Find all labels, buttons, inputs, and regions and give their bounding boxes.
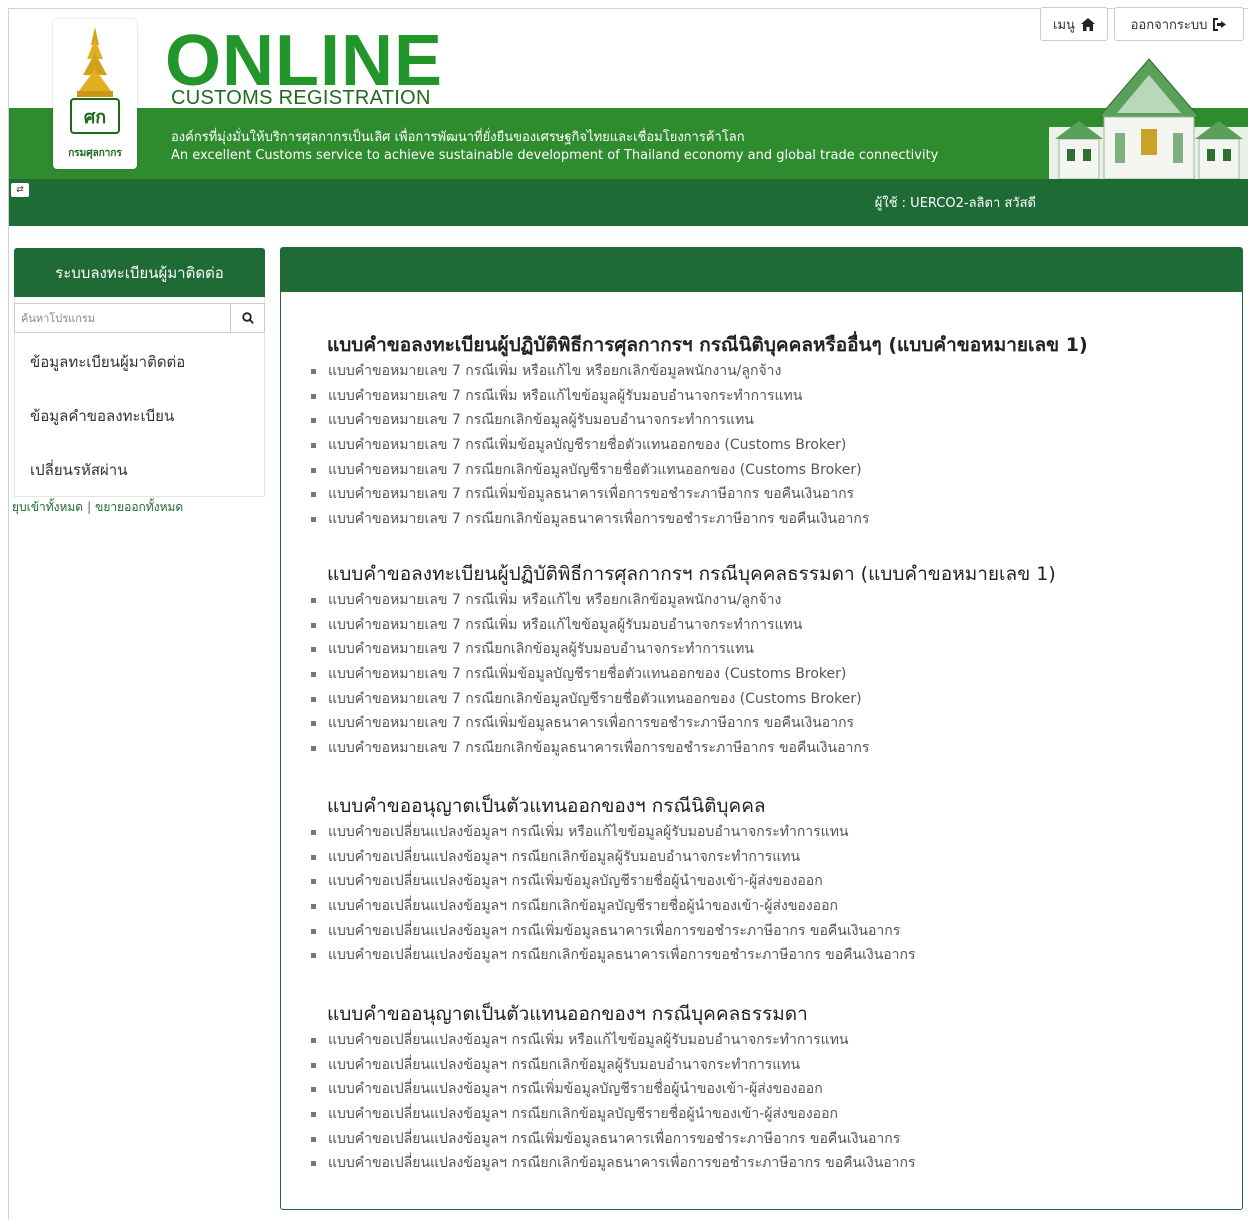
section-title-juristic-registration: แบบคำขอลงทะเบียนผู้ปฏิบัติพิธีการศุลกากร… — [327, 334, 1088, 356]
form-link[interactable]: แบบคำขอเปลี่ยนแปลงข้อมูลฯ กรณีเพิ่มข้อมู… — [310, 869, 916, 894]
form-link[interactable]: แบบคำขอหมายเลข 7 กรณีเพิ่ม หรือแก้ไข หรื… — [310, 359, 869, 384]
svg-text:ศก: ศก — [84, 107, 106, 128]
form-link[interactable]: แบบคำขอเปลี่ยนแปลงข้อมูลฯ กรณียกเลิกข้อม… — [310, 894, 916, 919]
logo-caption: กรมศุลกากร — [68, 148, 122, 159]
user-label: ผู้ใช้ : UERCO2-ลลิตา สวัสดี — [874, 196, 1036, 211]
form-link[interactable]: แบบคำขอหมายเลข 7 กรณียกเลิกข้อมูลบัญชีรา… — [310, 687, 869, 712]
form-link[interactable]: แบบคำขอเปลี่ยนแปลงข้อมูลฯ กรณีเพิ่มข้อมู… — [310, 1127, 916, 1152]
menu-button-label: เมนู — [1053, 17, 1075, 33]
sidebar-toggle-icon[interactable]: ⇄ — [11, 183, 29, 197]
collapse-all-link[interactable]: ยุบเข้าทั้งหมด — [12, 500, 83, 514]
section-title-individual-registration: แบบคำขอลงทะเบียนผู้ปฏิบัติพิธีการศุลกากร… — [327, 563, 1056, 585]
form-link[interactable]: แบบคำขอหมายเลข 7 กรณีเพิ่ม หรือแก้ไข หรื… — [310, 588, 869, 613]
form-link[interactable]: แบบคำขอหมายเลข 7 กรณียกเลิกข้อมูลผู้รับม… — [310, 637, 869, 662]
form-link[interactable]: แบบคำขอหมายเลข 7 กรณียกเลิกข้อมูลผู้รับม… — [310, 408, 869, 433]
form-link[interactable]: แบบคำขอหมายเลข 7 กรณีเพิ่มข้อมูลธนาคารเพ… — [310, 711, 869, 736]
link-separator: | — [87, 500, 92, 514]
logout-button[interactable]: ออกจากระบบ — [1114, 7, 1244, 41]
form-link[interactable]: แบบคำขอเปลี่ยนแปลงข้อมูลฯ กรณีเพิ่ม หรือ… — [310, 1028, 916, 1053]
form-link[interactable]: แบบคำขอเปลี่ยนแปลงข้อมูลฯ กรณีเพิ่มข้อมู… — [310, 1077, 916, 1102]
form-link[interactable]: แบบคำขอหมายเลข 7 กรณีเพิ่ม หรือแก้ไขข้อม… — [310, 384, 869, 409]
form-link[interactable]: แบบคำขอหมายเลข 7 กรณียกเลิกข้อมูลธนาคารเ… — [310, 736, 869, 761]
expand-collapse-links: ยุบเข้าทั้งหมด | ขยายออกทั้งหมด — [12, 498, 183, 517]
logout-button-label: ออกจากระบบ — [1130, 17, 1208, 33]
menu-button[interactable]: เมนู — [1040, 7, 1108, 41]
form-link[interactable]: แบบคำขอเปลี่ยนแปลงข้อมูลฯ กรณียกเลิกข้อม… — [310, 1053, 916, 1078]
home-icon — [1080, 17, 1095, 31]
form-link[interactable]: แบบคำขอหมายเลข 7 กรณีเพิ่มข้อมูลบัญชีราย… — [310, 662, 869, 687]
section-title-broker-individual: แบบคำขออนุญาตเป็นตัวแทนออกของฯ กรณีบุคคล… — [327, 1003, 808, 1025]
main-panel-header — [281, 248, 1242, 292]
tagline-english: An excellent Customs service to achieve … — [171, 148, 939, 163]
form-link[interactable]: แบบคำขอหมายเลข 7 กรณียกเลิกข้อมูลธนาคารเ… — [310, 507, 869, 532]
sidebar-item-contact-registry[interactable]: ข้อมูลทะเบียนผู้มาติดต่อ — [30, 350, 185, 374]
sidebar-item-registration-request[interactable]: ข้อมูลคำขอลงทะเบียน — [30, 404, 174, 428]
program-search-input[interactable] — [14, 303, 231, 333]
form-link[interactable]: แบบคำขอหมายเลข 7 กรณีเพิ่มข้อมูลธนาคารเพ… — [310, 482, 869, 507]
form-list-broker-individual: แบบคำขอเปลี่ยนแปลงข้อมูลฯ กรณีเพิ่ม หรือ… — [310, 1028, 916, 1176]
expand-all-link[interactable]: ขยายออกทั้งหมด — [95, 500, 183, 514]
top-navbar: ⇄ ผู้ใช้ : UERCO2-ลลิตา สวัสดี — [9, 179, 1248, 226]
form-list-broker-juristic: แบบคำขอเปลี่ยนแปลงข้อมูลฯ กรณีเพิ่ม หรือ… — [310, 820, 916, 968]
form-link[interactable]: แบบคำขอเปลี่ยนแปลงข้อมูลฯ กรณียกเลิกข้อม… — [310, 1102, 916, 1127]
form-link[interactable]: แบบคำขอหมายเลข 7 กรณียกเลิกข้อมูลบัญชีรา… — [310, 458, 869, 483]
section-title-broker-juristic: แบบคำขออนุญาตเป็นตัวแทนออกของฯ กรณีนิติบ… — [327, 795, 766, 817]
sidebar-title: ระบบลงทะเบียนผู้มาติดต่อ — [14, 248, 265, 297]
form-link[interactable]: แบบคำขอเปลี่ยนแปลงข้อมูลฯ กรณียกเลิกข้อม… — [310, 1151, 916, 1176]
tagline-thai: องค์กรที่มุ่งมั่นให้บริการศุลกากรเป็นเลิ… — [171, 130, 745, 145]
sign-out-icon — [1213, 17, 1227, 31]
form-link[interactable]: แบบคำขอหมายเลข 7 กรณีเพิ่ม หรือแก้ไขข้อม… — [310, 613, 869, 638]
form-link[interactable]: แบบคำขอเปลี่ยนแปลงข้อมูลฯ กรณียกเลิกข้อม… — [310, 845, 916, 870]
search-button[interactable] — [231, 303, 265, 333]
form-link[interactable]: แบบคำขอหมายเลข 7 กรณีเพิ่มข้อมูลบัญชีราย… — [310, 433, 869, 458]
search-icon — [241, 312, 254, 324]
customs-building-icon — [1049, 58, 1248, 179]
form-link[interactable]: แบบคำขอเปลี่ยนแปลงข้อมูลฯ กรณีเพิ่มข้อมู… — [310, 919, 916, 944]
sidebar-item-change-password[interactable]: เปลี่ยนรหัสผ่าน — [30, 458, 127, 482]
form-list-juristic-registration: แบบคำขอหมายเลข 7 กรณีเพิ่ม หรือแก้ไข หรื… — [310, 359, 869, 532]
form-link[interactable]: แบบคำขอเปลี่ยนแปลงข้อมูลฯ กรณีเพิ่ม หรือ… — [310, 820, 916, 845]
customs-emblem-icon: ศก — [70, 27, 120, 134]
customs-logo[interactable]: ศก กรมศุลกากร — [53, 19, 137, 169]
form-list-individual-registration: แบบคำขอหมายเลข 7 กรณีเพิ่ม หรือแก้ไข หรื… — [310, 588, 869, 761]
form-link[interactable]: แบบคำขอเปลี่ยนแปลงข้อมูลฯ กรณียกเลิกข้อม… — [310, 943, 916, 968]
brand-subtitle: CUSTOMS REGISTRATION — [171, 87, 431, 109]
sidebar-search — [14, 303, 265, 333]
